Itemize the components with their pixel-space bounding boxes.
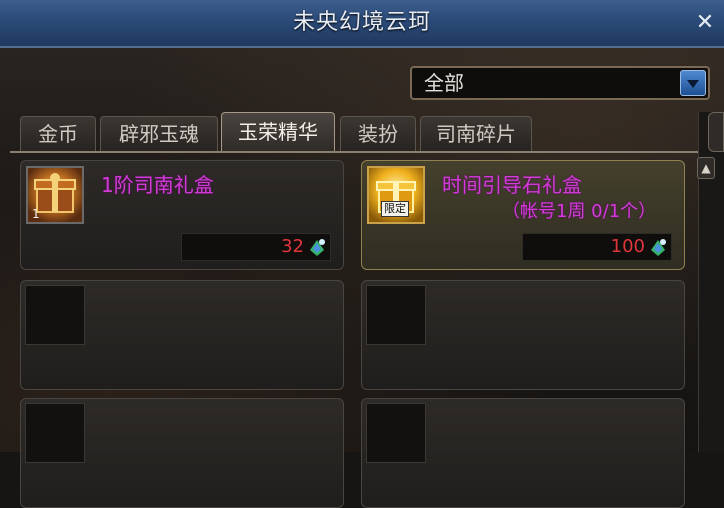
chevron-down-icon[interactable]: [680, 70, 706, 96]
price-box: 32: [181, 233, 331, 261]
filter-dropdown[interactable]: 全部: [410, 66, 710, 100]
empty-item-slot: [25, 403, 85, 463]
empty-item-card: [20, 398, 344, 508]
window-title: 未央幻境云珂: [292, 10, 431, 35]
title-bar: 未央幻境云珂 ✕: [0, 0, 724, 48]
tab-gold[interactable]: 金币: [20, 116, 96, 152]
shop-item-card[interactable]: 限定 时间引导石礼盒 （帐号1周 0/1个） 100: [361, 160, 685, 270]
guide-stone-box-icon: 限定: [367, 166, 425, 224]
empty-item-card: [20, 280, 344, 390]
close-icon[interactable]: ✕: [692, 10, 718, 36]
tab-yurong-essence[interactable]: 玉荣精华: [221, 112, 335, 152]
item-price: 32: [281, 236, 304, 257]
scrollbar-thumb[interactable]: [708, 112, 724, 152]
scroll-up-icon[interactable]: ▲: [697, 157, 715, 179]
empty-item-card: [361, 398, 685, 508]
item-name: 1阶司南礼盒: [101, 173, 214, 197]
shop-item-card[interactable]: 1 1阶司南礼盒 32: [20, 160, 344, 270]
item-price: 100: [610, 236, 645, 257]
empty-item-slot: [366, 285, 426, 345]
filter-selected: 全部: [424, 71, 464, 95]
empty-item-slot: [366, 403, 426, 463]
yurong-essence-icon: [310, 239, 325, 256]
purchase-limit: （帐号1周 0/1个）: [502, 201, 657, 222]
tab-sinan-fragment[interactable]: 司南碎片: [420, 116, 532, 152]
gift-box-icon: 1: [26, 166, 84, 224]
limited-badge: 限定: [381, 201, 409, 217]
tab-divider: [10, 151, 700, 153]
price-box: 100: [522, 233, 672, 261]
tab-bixie-yuhun[interactable]: 辟邪玉魂: [100, 116, 218, 152]
item-count: 1: [32, 207, 40, 221]
yurong-essence-icon: [651, 239, 666, 256]
empty-item-slot: [25, 285, 85, 345]
item-name: 时间引导石礼盒: [442, 173, 582, 197]
tab-costume[interactable]: 装扮: [340, 116, 416, 152]
empty-item-card: [361, 280, 685, 390]
